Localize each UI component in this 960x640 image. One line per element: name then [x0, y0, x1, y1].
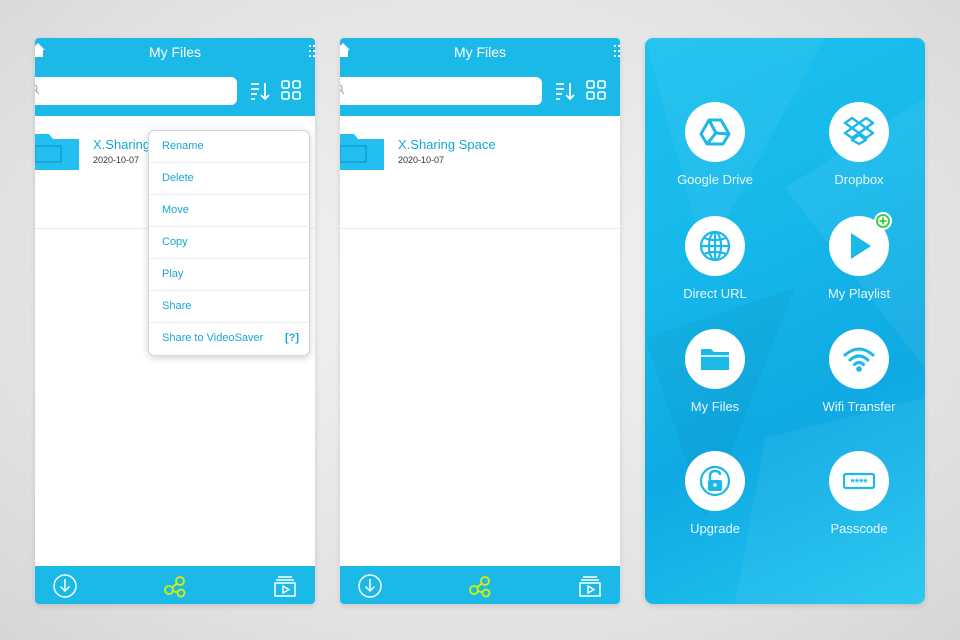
home-icon[interactable] — [35, 42, 45, 58]
download-icon[interactable] — [357, 573, 383, 599]
file-date: 2020-10-07 — [93, 155, 140, 165]
menu-item-label: Share to VideoSaver — [162, 332, 264, 344]
folder-icon — [701, 349, 729, 370]
menu-item-copy[interactable]: Copy — [149, 227, 309, 259]
playlist-video-icon[interactable] — [577, 573, 603, 599]
dropbox-icon — [843, 116, 875, 146]
share-nodes-icon[interactable] — [467, 573, 493, 599]
tile-passcode[interactable]: **** Passcode — [789, 451, 925, 551]
grid-view-icon[interactable] — [586, 80, 606, 100]
folder-icon — [35, 134, 79, 170]
tile-label: My Playlist — [827, 286, 891, 301]
tile-upgrade[interactable]: Upgrade — [645, 451, 785, 551]
tile-icon-circle — [829, 329, 889, 389]
menu-item-share-to-videosaver[interactable]: Share to VideoSaver [?] — [149, 323, 309, 354]
menu-icon[interactable] — [614, 44, 620, 58]
passcode-mask: **** — [850, 477, 868, 489]
menu-item-play[interactable]: Play — [149, 259, 309, 291]
sort-icon[interactable] — [249, 80, 271, 102]
search-icon — [340, 84, 345, 95]
tile-icon-circle — [685, 329, 745, 389]
tile-label: My Files — [690, 399, 740, 414]
list-item[interactable]: X.Sharing Space 2020-10-07 — [340, 116, 620, 229]
tile-wifi-transfer[interactable]: Wifi Transfer — [789, 329, 925, 429]
screen-my-files: My Files X.Sharing Space 2020-10-07 — [340, 38, 620, 604]
toolbar — [35, 68, 315, 116]
file-name: X.Sharing — [93, 137, 151, 152]
tile-my-files[interactable]: My Files — [645, 329, 785, 429]
tile-icon-circle — [685, 102, 745, 162]
bottom-bar — [35, 566, 315, 604]
sort-icon[interactable] — [554, 80, 576, 102]
google-drive-icon — [699, 118, 731, 146]
file-date: 2020-10-07 — [398, 155, 445, 165]
menu-item-share[interactable]: Share — [149, 291, 309, 323]
tile-google-drive[interactable]: Google Drive — [645, 102, 785, 202]
grid-view-icon[interactable] — [281, 80, 301, 100]
title-bar: My Files — [35, 38, 315, 68]
playlist-video-icon[interactable] — [272, 573, 298, 599]
menu-item-rename[interactable]: Rename — [149, 131, 309, 163]
share-nodes-icon[interactable] — [162, 573, 188, 599]
tile-label: Google Drive — [677, 172, 753, 187]
tile-icon-circle — [685, 451, 745, 511]
globe-icon — [699, 230, 731, 262]
screen-home-menu: Google Drive Dropbox Direct URL My Playl… — [645, 38, 925, 604]
bottom-bar — [340, 566, 620, 604]
search-input[interactable] — [35, 77, 237, 105]
tile-label: Wifi Transfer — [822, 399, 896, 414]
help-link[interactable]: [?] — [285, 323, 299, 354]
wifi-icon — [843, 347, 875, 372]
search-icon — [35, 84, 40, 95]
menu-item-move[interactable]: Move — [149, 195, 309, 227]
file-name: X.Sharing Space — [398, 137, 496, 152]
page-title: My Files — [148, 44, 202, 60]
search-input[interactable] — [340, 77, 542, 105]
tile-dropbox[interactable]: Dropbox — [789, 102, 925, 202]
tile-label: Direct URL — [683, 286, 747, 301]
folder-icon — [340, 134, 384, 170]
tile-label: Passcode — [830, 521, 888, 536]
unlock-icon — [699, 465, 731, 497]
tile-label: Upgrade — [690, 521, 740, 536]
plus-circle-icon — [876, 214, 890, 228]
tile-icon-circle — [685, 216, 745, 276]
add-badge[interactable] — [874, 212, 892, 230]
home-icon[interactable] — [340, 42, 350, 58]
menu-icon[interactable] — [309, 44, 315, 58]
context-menu: Rename Delete Move Copy Play Share Share… — [148, 130, 310, 356]
tile-direct-url[interactable]: Direct URL — [645, 216, 785, 316]
tile-label: Dropbox — [834, 172, 884, 187]
play-icon — [851, 233, 871, 259]
toolbar — [340, 68, 620, 116]
page-title: My Files — [453, 44, 507, 60]
tile-icon-circle: **** — [829, 451, 889, 511]
screen-my-files-context-menu: My Files X.Sharing 2020-10-07 Rename Del… — [35, 38, 315, 604]
title-bar: My Files — [340, 38, 620, 68]
tile-my-playlist[interactable]: My Playlist — [789, 212, 925, 316]
passcode-icon: **** — [843, 472, 875, 490]
tile-icon-circle — [829, 102, 889, 162]
menu-item-delete[interactable]: Delete — [149, 163, 309, 195]
download-icon[interactable] — [52, 573, 78, 599]
